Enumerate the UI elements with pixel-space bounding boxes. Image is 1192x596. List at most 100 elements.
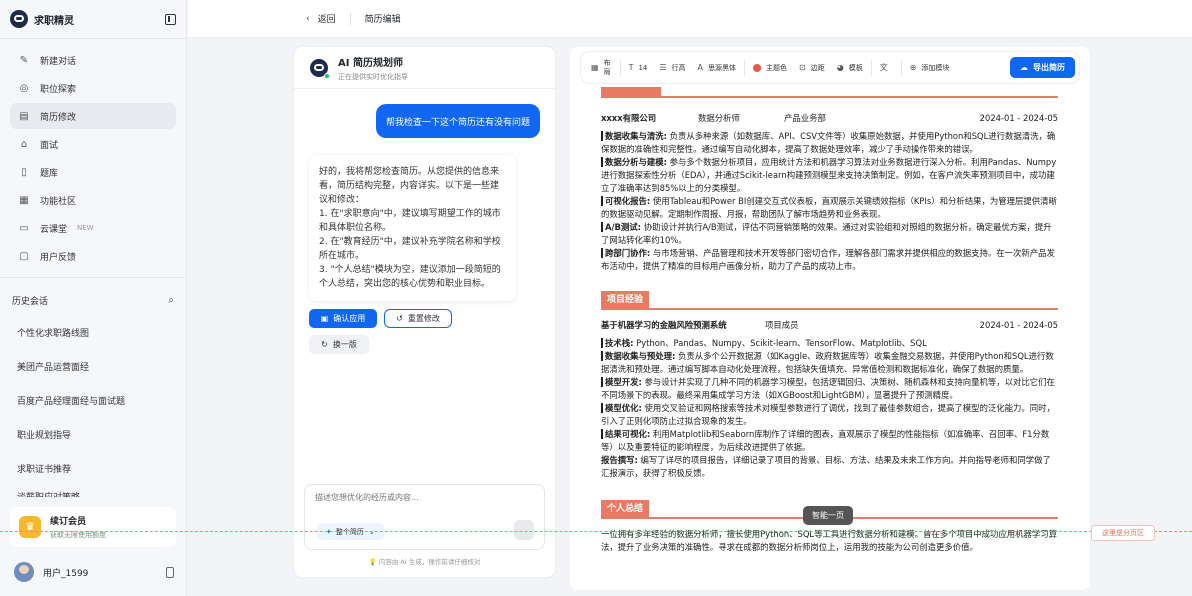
top-bar: ‹ 返回 简历编辑 — [188, 0, 1192, 38]
section-header-project[interactable]: 项目经验 — [601, 291, 1058, 310]
project-bullet[interactable]: 数据收集与预处理: 负责从多个公开数据源（如Kaggle、政府数据库等）收集金融… — [601, 350, 1058, 376]
history-item[interactable]: 百度产品经理面经与面试题 — [0, 383, 186, 417]
bullet-text: 与市场营销、产品管理和技术开发等部门密切合作，理解各部门需求并提供相应的数据支持… — [601, 248, 1055, 271]
avatar — [14, 562, 34, 582]
bullet-text: 利用Matplotlib和Seaborn库制作了详细的图表，直观展示了模型的性能… — [601, 429, 1050, 452]
disclaimer-text: 内容由 AI 生成，操作前请仔细核对 — [378, 558, 481, 566]
work-bullet[interactable]: 跨部门协作: 与市场营销、产品管理和技术开发等部门密切合作，理解各部门需求并提供… — [601, 247, 1058, 273]
history-item[interactable]: 职业规划指导 — [0, 417, 186, 451]
user-message: 帮我检查一下这个简历还有没有问题 — [375, 104, 540, 138]
bullet-key: 报告撰写: — [601, 455, 638, 465]
template-button[interactable]: ◕ 模板 — [837, 63, 863, 73]
history-item[interactable]: 谈薪职应对策略 — [0, 485, 186, 497]
department: 产品业务部 — [784, 113, 826, 123]
confirm-apply-button[interactable]: ▣ 确认应用 — [309, 309, 377, 328]
theme-color-button[interactable]: 主题色 — [753, 63, 787, 73]
translate-button[interactable]: 文 — [880, 62, 893, 73]
bullet-key: 结果可视化: — [601, 429, 651, 439]
new-badge: NEW — [77, 224, 94, 232]
logo-row: 求职精灵 — [0, 0, 186, 38]
bullet-key: A/B测试: — [601, 222, 642, 232]
book-icon: ▯ — [21, 166, 27, 178]
chevron-left-icon: ‹ — [306, 13, 310, 24]
font-icon: A — [697, 63, 704, 72]
bullet-text: 编写了详尽的项目报告，详细记录了项目的背景、目标、方法、结果及未来工作方向。并向… — [601, 455, 1051, 478]
user-name: 用户_1599 — [43, 568, 89, 579]
back-button[interactable]: ‹ 返回 — [306, 12, 336, 26]
project-bullet[interactable]: 模型开发: 参与设计并实现了几种不同的机器学习模型，包括逻辑回归、决策树、随机森… — [601, 376, 1058, 402]
margin-button[interactable]: ⊡ 边距 — [799, 63, 825, 73]
work-header[interactable]: xxxx有限公司 数据分析师 产品业务部 2024-01 - 2024-05 — [601, 112, 1058, 125]
sidebar-item-cloud-class[interactable]: ▭ 云课堂 NEW — [10, 215, 176, 241]
project-header[interactable]: 基于机器学习的金融风险预测系统 项目成员 2024-01 - 2024-05 — [601, 319, 1058, 332]
compass-icon: ◎ — [19, 82, 29, 94]
sidebar-item-question-bank[interactable]: ▯ 题库 — [10, 159, 176, 185]
font-family-button[interactable]: A 思源黑体 — [698, 63, 736, 73]
divider — [0, 38, 186, 39]
company-name: xxxx有限公司 — [601, 113, 657, 123]
section-title: 个人总结 — [601, 500, 650, 518]
project-bullet[interactable]: 结果可视化: 利用Matplotlib和Seaborn库制作了详细的图表，直观展… — [601, 428, 1058, 454]
user-row[interactable]: 用户_1599 — [14, 562, 174, 582]
document-icon: ▤ — [19, 110, 29, 122]
regenerate-button[interactable]: ↻ 换一版 — [309, 335, 369, 354]
ai-message-line: 2. 在"教育经历"中，建议补充学院名称和学校所在城市。 — [319, 237, 501, 261]
undo-icon: ↺ — [396, 314, 403, 323]
sidebar-item-feedback[interactable]: ▢ 用户反馈 — [10, 243, 176, 269]
plus-circle-icon: ⊕ — [909, 63, 917, 72]
grid-icon: ▦ — [19, 194, 29, 206]
font-size-button[interactable]: T 14 — [629, 63, 648, 72]
color-swatch-icon — [753, 63, 762, 72]
sidebar-item-interview[interactable]: ⌂ 面试 — [10, 131, 176, 157]
sidebar-item-job-explore[interactable]: ◎ 职位探索 — [10, 75, 176, 101]
back-label: 返回 — [317, 15, 336, 25]
reset-changes-button[interactable]: ↺ 重置修改 — [384, 309, 452, 328]
history-item[interactable]: 个性化求职路线图 — [0, 315, 186, 349]
button-label: 确认应用 — [333, 314, 366, 323]
work-bullet[interactable]: 数据收集与清洗: 负责从多种来源（如数据库、API、CSV文件等）收集原始数据，… — [601, 130, 1058, 156]
ai-chat-panel: AI 简历规划师 正在提供实时优化指导 帮我检查一下这个简历还有没有问题 好的，我… — [294, 47, 555, 577]
history-item[interactable]: 美团产品运营面经 — [0, 349, 186, 383]
ai-message-line: 好的，我将帮您检查简历。从您提供的信息来看，简历结构完整，内容详实。以下是一些建… — [319, 167, 500, 205]
send-button[interactable] — [514, 520, 534, 540]
smart-one-page-button[interactable]: 智能一页 — [803, 506, 853, 525]
sidebar-item-label: 简历修改 — [40, 112, 77, 123]
sidebar-item-label: 职位探索 — [40, 84, 77, 95]
search-icon[interactable]: ⌕ — [168, 295, 174, 306]
history-item[interactable]: 求职证书推荐 — [0, 451, 186, 485]
divider — [900, 59, 902, 76]
sidebar-toggle-icon[interactable] — [165, 13, 176, 25]
sidebar-item-label: 用户反馈 — [40, 252, 77, 263]
sidebar-item-community[interactable]: ▦ 功能社区 — [10, 187, 176, 213]
line-height-button[interactable]: ☰ 行高 — [659, 63, 685, 73]
bullet-text: Python、Pandas、Numpy、Scikit-learn、TensorF… — [633, 338, 927, 348]
member-card[interactable]: ♛ 续订会员 获取无限使用额度 — [10, 507, 176, 547]
toolbar-label: 边距 — [810, 63, 825, 72]
work-bullet[interactable]: 可视化报告: 使用Tableau和Power BI创建交互式仪表板，直观展示关键… — [601, 195, 1058, 221]
work-bullet[interactable]: 数据分析与建模: 参与多个数据分析项目，应用统计方法和机器学习算法对业务数据进行… — [601, 156, 1058, 195]
chat-input[interactable] — [315, 493, 535, 502]
line-height-icon: ☰ — [659, 63, 667, 72]
work-bullet[interactable]: A/B测试: 协助设计并执行A/B测试，评估不同营销策略的效果。通过对实验组和对… — [601, 221, 1058, 247]
divider — [870, 59, 872, 76]
bullet-key: 可视化报告: — [601, 196, 651, 206]
format-toolbar: ▦ 布局 T 14 ☰ 行高 A 思源黑体 主题色 ⊡ 边距 ◕ 模板 文 ⊕ 添加模块 ☁ 导… — [581, 52, 1079, 83]
edit-icon: ✎ — [19, 54, 29, 66]
layout-button[interactable]: ▦ 布局 — [591, 59, 612, 77]
margin-icon: ⊡ — [799, 63, 806, 72]
export-resume-button[interactable]: ☁ 导出简历 — [1010, 57, 1075, 78]
sidebar-item-label: 新建对话 — [40, 56, 77, 67]
section-header-partial — [601, 87, 1058, 98]
button-label: 导出简历 — [1033, 63, 1065, 72]
sidebar-item-new-chat[interactable]: ✎ 新建对话 — [10, 47, 176, 73]
project-bullet[interactable]: 报告撰写: 编写了详尽的项目报告，详细记录了项目的背景、目标、方法、结果及未来工… — [601, 454, 1058, 480]
project-bullet[interactable]: 模型优化: 使用交叉验证和网格搜索等技术对模型参数进行了调优，找到了最佳参数组合… — [601, 402, 1058, 428]
toolbar-label: 添加模块 — [921, 63, 950, 72]
sidebar-item-resume-edit[interactable]: ▤ 简历修改 — [10, 103, 176, 129]
add-module-button[interactable]: ⊕ 添加模块 — [910, 63, 950, 73]
bullet-key: 数据收集与预处理: — [601, 351, 676, 361]
section-label-bg — [601, 87, 661, 96]
project-bullet[interactable]: 技术栈: Python、Pandas、Numpy、Scikit-learn、Te… — [601, 337, 1058, 350]
phone-icon[interactable] — [166, 566, 174, 578]
toolbar-label: 14 — [638, 63, 648, 72]
